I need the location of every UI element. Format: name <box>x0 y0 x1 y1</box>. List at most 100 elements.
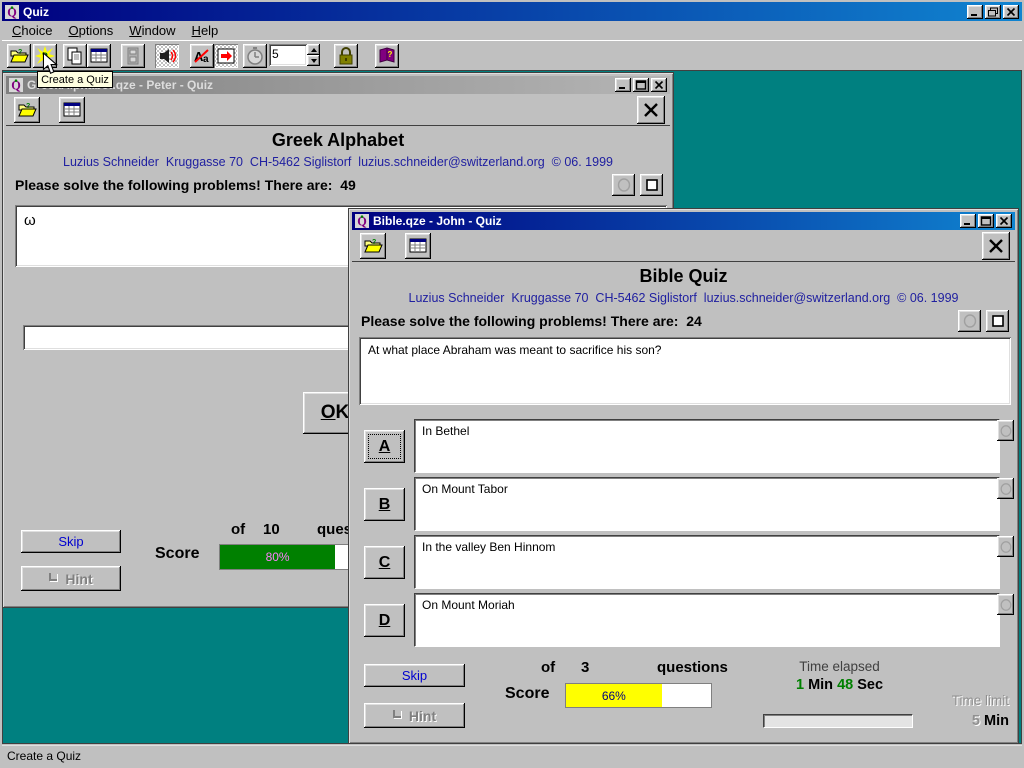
greek-toolbar <box>6 95 670 126</box>
time-limit-label: Time limit <box>909 693 1009 708</box>
auto-advance-button[interactable] <box>214 44 238 68</box>
circle-icon <box>962 313 978 329</box>
menu-choice[interactable]: Choice <box>4 21 60 40</box>
menu-options[interactable]: Options <box>60 21 121 40</box>
table-icon <box>62 100 82 120</box>
answer-a-button[interactable]: A <box>364 430 405 463</box>
greek-hint-button[interactable]: Hint <box>21 566 121 591</box>
spin-up-button[interactable] <box>307 44 320 55</box>
hint-arrow-icon <box>49 573 57 581</box>
circle-icon <box>616 177 632 193</box>
font-case-icon <box>192 46 212 66</box>
table-icon <box>408 236 428 256</box>
bible-question-count: 24 <box>686 313 702 329</box>
bible-sound-mini-button[interactable] <box>958 310 981 332</box>
square-icon <box>990 313 1006 329</box>
answer-b-box: On Mount Tabor <box>414 477 1000 531</box>
time-limit-value: 5 Min <box>909 713 1009 729</box>
minimize-button[interactable] <box>967 5 983 19</box>
app-title: Quiz <box>23 5 49 19</box>
answer-b-sound-button[interactable] <box>997 478 1014 499</box>
close-button[interactable] <box>1003 5 1019 19</box>
bible-score-bar: 66% <box>565 683 712 708</box>
open-folder-icon <box>363 236 383 256</box>
bible-skip-button[interactable]: Skip <box>364 664 465 687</box>
bible-of-label: of <box>541 659 555 676</box>
sound-toggle-button[interactable] <box>155 44 179 68</box>
greek-open-button[interactable] <box>14 97 40 123</box>
x-icon <box>641 100 661 120</box>
circle-icon <box>999 540 1013 554</box>
answer-c-sound-button[interactable] <box>997 536 1014 557</box>
greek-prompt: Please solve the following problems! The… <box>15 177 356 193</box>
bible-exit-button[interactable] <box>982 232 1010 260</box>
answer-d-button[interactable]: D <box>364 604 405 637</box>
menu-help[interactable]: Help <box>184 21 227 40</box>
answer-d-sound-button[interactable] <box>997 594 1014 615</box>
circle-icon <box>999 598 1013 612</box>
answer-b-button[interactable]: B <box>364 488 405 521</box>
answer-a-box: In Bethel <box>414 419 1000 473</box>
save-button[interactable] <box>121 44 145 68</box>
time-limit-block: Time limit 5 Min <box>909 693 1009 729</box>
bible-score-label: Score <box>505 685 549 703</box>
time-progress-bar <box>763 714 913 728</box>
lock-button[interactable] <box>334 44 358 68</box>
greek-author-line: Luzius Schneider Kruggasse 70 CH-5462 Si… <box>3 155 673 169</box>
hint-arrow-icon <box>393 710 401 718</box>
main-toolbar: 5 <box>2 40 1022 70</box>
copy-icon <box>65 46 85 66</box>
greek-exit-button[interactable] <box>637 96 665 124</box>
help-book-icon <box>377 46 397 66</box>
bible-quiz-window: Bible.qze - John - Quiz Bible Quiz Luziu… <box>349 209 1018 743</box>
restore-button[interactable] <box>985 5 1001 19</box>
greek-table-button[interactable] <box>59 97 85 123</box>
bible-maximize-button[interactable] <box>978 214 994 228</box>
answer-c-button[interactable]: C <box>364 546 405 579</box>
bible-quiz-heading: Bible Quiz <box>349 266 1018 287</box>
bible-question-box: At what place Abraham was meant to sacri… <box>359 337 1011 405</box>
time-elapsed-value: 1 Min 48 Sec <box>757 677 922 693</box>
bible-table-button[interactable] <box>405 233 431 259</box>
greek-maximize-button[interactable] <box>633 78 649 92</box>
bible-detach-mini-button[interactable] <box>986 310 1009 332</box>
greek-skip-button[interactable]: Skip <box>21 530 121 553</box>
table-icon <box>89 46 109 66</box>
mdi-area: GreekAlphabet.qze - Peter - Quiz Greek A… <box>2 70 1022 744</box>
greek-close-button[interactable] <box>651 78 667 92</box>
disk-icon <box>123 46 143 66</box>
bible-minimize-button[interactable] <box>960 214 976 228</box>
timer-button[interactable] <box>243 44 267 68</box>
app-titlebar: Quiz <box>2 2 1022 21</box>
bible-close-button[interactable] <box>996 214 1012 228</box>
copy-button[interactable] <box>63 44 87 68</box>
time-limit-value[interactable]: 5 <box>269 44 307 66</box>
stopwatch-icon <box>245 46 265 66</box>
circle-icon <box>999 482 1013 496</box>
spin-down-button[interactable] <box>307 55 320 66</box>
font-case-button[interactable] <box>190 44 214 68</box>
bible-hint-button[interactable]: Hint <box>364 703 465 728</box>
open-folder-icon <box>9 46 29 66</box>
greek-minimize-button[interactable] <box>615 78 631 92</box>
bible-open-button[interactable] <box>360 233 386 259</box>
answer-d-box: On Mount Moriah <box>414 593 1000 647</box>
quiz-doc-icon <box>9 78 23 92</box>
greek-total-questions: 10 <box>263 521 280 538</box>
time-elapsed-block: Time elapsed 1 Min 48 Sec <box>757 659 922 693</box>
open-folder-icon <box>17 100 37 120</box>
speaker-icon <box>157 46 177 66</box>
bible-total-questions: 3 <box>581 659 589 676</box>
open-quiz-button[interactable] <box>7 44 31 68</box>
menu-window[interactable]: Window <box>121 21 183 40</box>
greek-score-fill: 80% <box>220 545 335 569</box>
help-button[interactable] <box>375 44 399 68</box>
greek-sound-mini-button[interactable] <box>612 174 635 196</box>
circle-icon <box>999 424 1013 438</box>
bible-author-line: Luzius Schneider Kruggasse 70 CH-5462 Si… <box>349 291 1018 305</box>
quiz-doc-icon <box>355 214 369 228</box>
greek-quiz-heading: Greek Alphabet <box>3 130 673 151</box>
answer-a-sound-button[interactable] <box>997 420 1014 441</box>
greek-detach-mini-button[interactable] <box>640 174 663 196</box>
table-button[interactable] <box>87 44 111 68</box>
